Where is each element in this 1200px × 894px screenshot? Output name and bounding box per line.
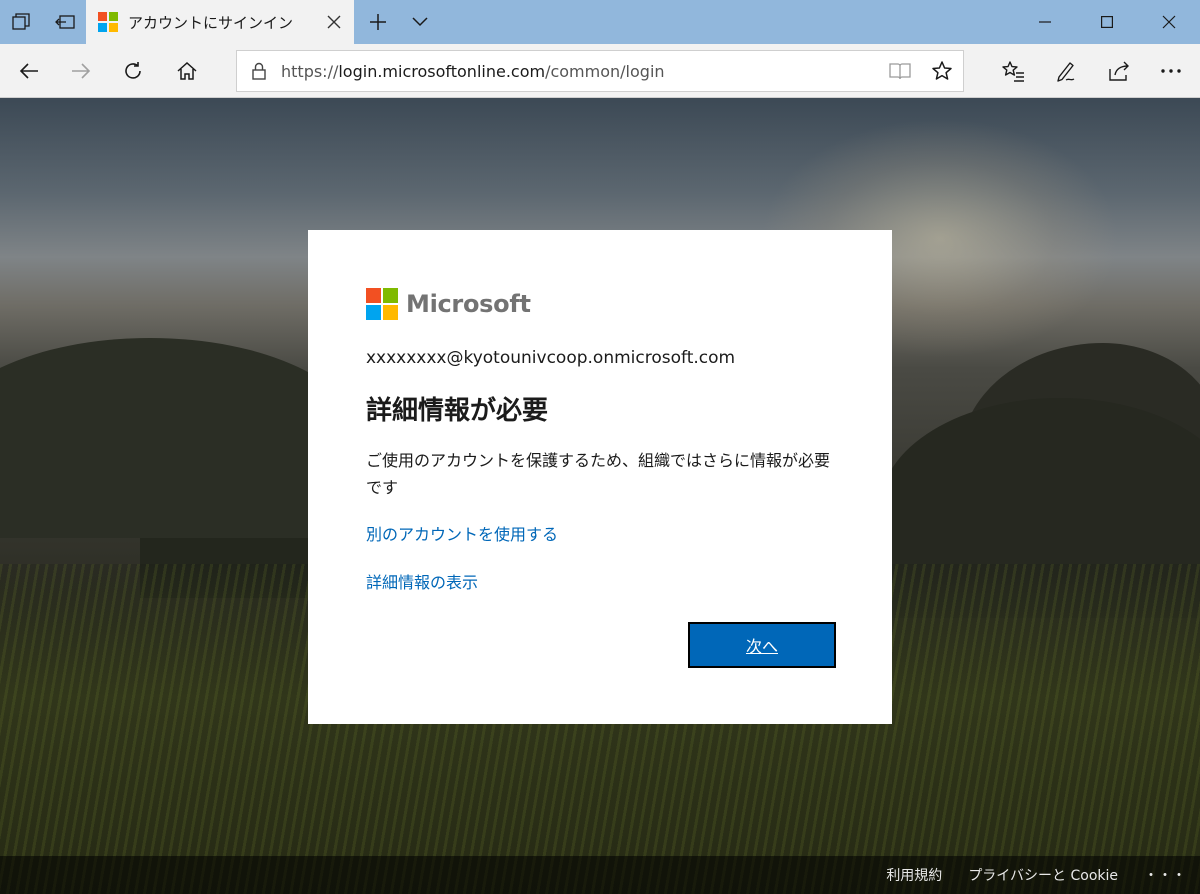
footer-more-button[interactable]: ・・・: [1144, 865, 1186, 885]
chevron-down-icon: [412, 17, 428, 27]
home-icon: [177, 61, 197, 80]
close-window-button[interactable]: [1138, 0, 1200, 44]
microsoft-logo-icon: [366, 288, 398, 320]
active-tab[interactable]: アカウントにサインイン: [86, 0, 354, 44]
refresh-icon: [125, 62, 141, 79]
next-button[interactable]: 次へ: [688, 622, 836, 668]
close-tab-icon[interactable]: [314, 0, 354, 44]
tabs-aside-button[interactable]: [0, 0, 42, 44]
web-note-button[interactable]: [1042, 44, 1092, 98]
page-title: 詳細情報が必要: [366, 396, 549, 426]
set-tabs-aside-button[interactable]: [44, 0, 86, 44]
microsoft-wordmark: Microsoft: [406, 290, 531, 318]
tab-bar: アカウントにサインイン: [0, 0, 1200, 44]
forward-arrow-icon: [72, 63, 91, 79]
tab-preview-button[interactable]: [402, 0, 438, 44]
minimize-button[interactable]: [1014, 0, 1076, 44]
favorites-button[interactable]: [988, 44, 1038, 98]
tabs-icon: [12, 13, 30, 30]
more-icon: [1161, 69, 1181, 73]
minimize-icon: [1039, 21, 1051, 23]
home-button[interactable]: [162, 44, 212, 98]
terms-of-use-link[interactable]: 利用規約: [886, 865, 942, 885]
tab-back-icon: [55, 15, 75, 29]
page-footer: 利用規約 プライバシーと Cookie ・・・: [0, 856, 1200, 894]
sign-in-card: Microsoft xxxxxxxx@kyotounivcoop.onmicro…: [308, 230, 892, 724]
back-button[interactable]: [4, 44, 54, 98]
plus-icon: [370, 14, 386, 30]
forward-button[interactable]: [56, 44, 106, 98]
share-icon: [1109, 61, 1129, 81]
settings-more-button[interactable]: [1146, 44, 1196, 98]
url-text[interactable]: https://login.microsoftonline.com/common…: [281, 62, 879, 81]
pen-icon: [1057, 62, 1075, 82]
more-information-link[interactable]: 詳細情報の表示: [366, 569, 836, 593]
use-another-account-link[interactable]: 別のアカウントを使用する: [366, 521, 836, 545]
url-host: login.microsoftonline.com: [338, 61, 546, 81]
favorites-list-icon: [1002, 61, 1024, 82]
share-button[interactable]: [1094, 44, 1144, 98]
favorite-star-icon[interactable]: [921, 51, 963, 91]
address-bar[interactable]: https://login.microsoftonline.com/common…: [236, 50, 964, 92]
back-arrow-icon: [19, 63, 38, 79]
lock-icon[interactable]: [237, 62, 281, 80]
new-tab-button[interactable]: [360, 0, 396, 44]
close-icon: [1162, 15, 1176, 29]
refresh-button[interactable]: [108, 44, 158, 98]
url-path: /common/login: [545, 61, 665, 81]
reading-view-icon[interactable]: [879, 51, 921, 91]
microsoft-logo: Microsoft: [366, 288, 836, 320]
url-prefix: https://: [281, 61, 339, 81]
description-text: ご使用のアカウントを保護するため、組織ではさらに情報が必要です: [366, 451, 831, 497]
privacy-cookies-link[interactable]: プライバシーと Cookie: [968, 865, 1118, 885]
left-ridge: [0, 338, 360, 538]
account-email: xxxxxxxx@kyotounivcoop.onmicrosoft.com: [366, 348, 736, 368]
maximize-button[interactable]: [1076, 0, 1138, 44]
navigation-bar: https://login.microsoftonline.com/common…: [0, 44, 1200, 98]
microsoft-favicon-icon: [98, 12, 118, 32]
maximize-icon: [1101, 16, 1113, 28]
window-controls: [1014, 0, 1200, 44]
tab-title: アカウントにサインイン: [128, 13, 294, 32]
